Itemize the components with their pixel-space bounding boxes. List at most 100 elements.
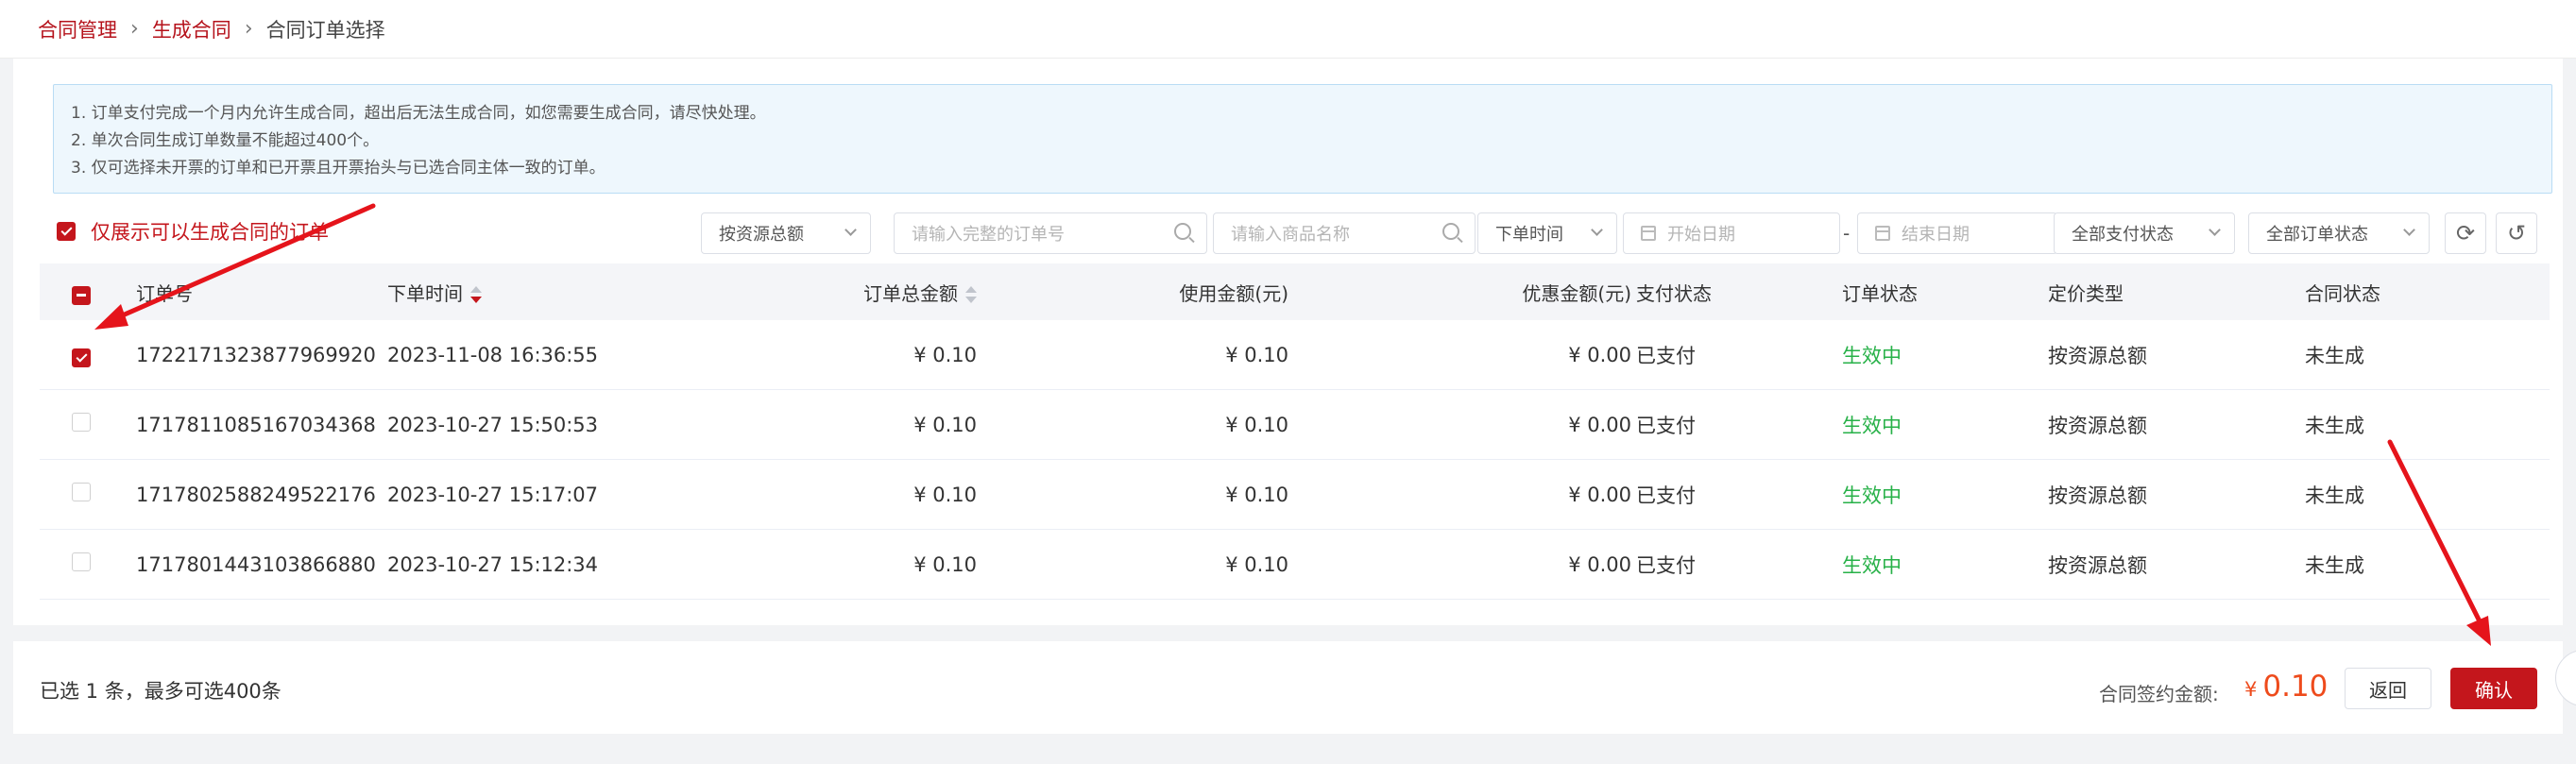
breadcrumb-contract-management[interactable]: 合同管理 (38, 15, 117, 43)
contract-amount-label: 合同签约金额: (2099, 683, 2219, 705)
order-no-placeholder: 请输入完整的订单号 (912, 225, 1065, 245)
table-header: 订单号 下单时间 订单总金额 使用金额(元) 优惠金额(元) 支付状态 订单状态… (40, 263, 2550, 320)
chevron-down-icon (1591, 224, 1603, 236)
order-status: 生效中 (1842, 414, 1902, 437)
total-amount: ¥ 0.10 (913, 413, 977, 436)
only-generatable-label: 仅展示可以生成合同的订单 (91, 221, 329, 244)
header-pay-status: 支付状态 (1636, 281, 1712, 305)
product-name-input[interactable]: 请输入商品名称 (1213, 212, 1476, 254)
search-icon[interactable] (1174, 223, 1191, 240)
order-status: 生效中 (1842, 344, 1902, 367)
total-amount: ¥ 0.10 (913, 343, 977, 366)
header-total-amount-label: 订单总金额 (863, 281, 958, 305)
pay-status: 已支付 (1636, 484, 1696, 507)
time-type-value: 下单时间 (1495, 225, 1563, 245)
checkbox-unchecked-icon[interactable] (72, 413, 91, 432)
order-no-input[interactable]: 请输入完整的订单号 (894, 212, 1207, 254)
order-no: 1722171323877969920 (136, 343, 376, 366)
reset-icon: ↺ (2506, 220, 2527, 246)
header-order-time[interactable]: 下单时间 (387, 279, 482, 306)
order-status: 生效中 (1842, 484, 1902, 507)
pricing-type: 按资源总额 (2048, 344, 2147, 367)
select-all-checkbox[interactable] (72, 279, 91, 305)
total-amount: ¥ 0.10 (913, 483, 977, 506)
chevron-right-icon: › (130, 17, 139, 41)
row-checkbox[interactable] (72, 343, 91, 367)
header-order-status: 订单状态 (1842, 281, 1918, 305)
discount-amount: ¥ 0.00 (1568, 343, 1631, 366)
checkbox-checked-icon[interactable] (72, 348, 91, 367)
checkbox-unchecked-icon[interactable] (72, 552, 91, 571)
pricing-type: 按资源总额 (2048, 484, 2147, 507)
table-row[interactable]: 1717811085167034368 2023-10-27 15:50:53 … (40, 390, 2550, 460)
sort-icon[interactable] (965, 286, 977, 303)
notice-line: 2. 单次合同生成订单数量不能超过400个。 (71, 131, 380, 150)
table-row[interactable]: 1717801443103866880 2023-10-27 15:12:34 … (40, 530, 2550, 600)
back-button[interactable]: 返回 (2345, 668, 2431, 709)
header-pricing-type: 定价类型 (2048, 281, 2124, 305)
reset-button[interactable]: ↺ (2496, 212, 2537, 254)
order-time: 2023-10-27 15:17:07 (387, 483, 599, 506)
checkbox-unchecked-icon[interactable] (72, 483, 91, 501)
row-checkbox[interactable] (72, 413, 91, 436)
selection-footer: 已选 1 条，最多可选400条 合同签约金额: ¥0.10 返回 确认 (13, 641, 2563, 734)
header-contract-status: 合同状态 (2305, 281, 2380, 305)
pay-status-select[interactable]: 全部支付状态 (2054, 212, 2235, 254)
order-time: 2023-11-08 16:36:55 (387, 343, 599, 366)
used-amount: ¥ 0.10 (1225, 413, 1288, 436)
contract-status: 未生成 (2305, 414, 2364, 437)
contract-status: 未生成 (2305, 484, 2364, 507)
header-total-amount[interactable]: 订单总金额 (863, 279, 977, 306)
discount-amount: ¥ 0.00 (1568, 483, 1631, 506)
confirm-button[interactable]: 确认 (2450, 668, 2537, 709)
total-amount: ¥ 0.10 (913, 552, 977, 576)
checkbox-checked-icon[interactable] (57, 222, 76, 241)
amount-type-select[interactable]: 按资源总额 (701, 212, 871, 254)
order-no: 1717801443103866880 (136, 552, 376, 576)
time-type-select[interactable]: 下单时间 (1477, 212, 1617, 254)
order-status-select[interactable]: 全部订单状态 (2248, 212, 2430, 254)
product-name-placeholder: 请输入商品名称 (1231, 225, 1350, 245)
row-checkbox[interactable] (72, 483, 91, 506)
used-amount: ¥ 0.10 (1225, 483, 1288, 506)
calendar-icon (1875, 226, 1890, 241)
sort-desc-icon[interactable] (470, 286, 482, 303)
pricing-type: 按资源总额 (2048, 414, 2147, 437)
orders-table: 订单号 下单时间 订单总金额 使用金额(元) 优惠金额(元) 支付状态 订单状态… (40, 263, 2550, 600)
contract-amount-value: 0.10 (2262, 670, 2329, 704)
discount-amount: ¥ 0.00 (1568, 413, 1631, 436)
order-time: 2023-10-27 15:50:53 (387, 413, 599, 436)
contract-status: 未生成 (2305, 344, 2364, 367)
only-generatable-checkbox[interactable]: 仅展示可以生成合同的订单 (57, 217, 329, 246)
refresh-button[interactable]: ⟳ (2445, 212, 2486, 254)
amount-type-value: 按资源总额 (719, 225, 804, 245)
row-checkbox[interactable] (72, 552, 91, 576)
pay-status: 已支付 (1636, 553, 1696, 577)
search-icon[interactable] (1442, 223, 1459, 240)
header-order-no: 订单号 (136, 281, 193, 305)
order-time: 2023-10-27 15:12:34 (387, 552, 599, 576)
filter-bar: 仅展示可以生成合同的订单 按资源总额 请输入完整的订单号 请输入商品名称 下单时… (13, 205, 2563, 265)
notice-line: 3. 仅可选择未开票的订单和已开票且开票抬头与已选合同主体一致的订单。 (71, 159, 606, 178)
contract-amount: ¥0.10 (2244, 670, 2328, 704)
refresh-icon: ⟳ (2455, 220, 2476, 246)
date-range-separator: - (1843, 222, 1851, 245)
chevron-down-icon (2209, 224, 2221, 236)
chevron-down-icon (844, 224, 857, 236)
notice-line: 1. 订单支付完成一个月内允许生成合同，超出后无法生成合同，如您需要生成合同，请… (71, 104, 766, 123)
breadcrumb-generate-contract[interactable]: 生成合同 (152, 15, 231, 43)
breadcrumb-current: 合同订单选择 (265, 18, 385, 42)
used-amount: ¥ 0.10 (1225, 343, 1288, 366)
used-amount: ¥ 0.10 (1225, 552, 1288, 576)
table-row[interactable]: 1722171323877969920 2023-11-08 16:36:55 … (40, 320, 2550, 390)
start-date-input[interactable]: 开始日期 (1623, 212, 1840, 254)
checkbox-indeterminate-icon[interactable] (72, 285, 91, 305)
chevron-right-icon: › (244, 17, 253, 41)
header-discount-amount: 优惠金额(元) (1522, 281, 1631, 305)
end-date-input[interactable]: 结束日期 (1857, 212, 2057, 254)
table-row[interactable]: 1717802588249522176 2023-10-27 15:17:07 … (40, 460, 2550, 530)
pay-status: 已支付 (1636, 344, 1696, 367)
order-status-value: 全部订单状态 (2266, 225, 2368, 245)
order-no: 1717811085167034368 (136, 413, 376, 436)
currency-symbol: ¥ (2244, 678, 2258, 701)
